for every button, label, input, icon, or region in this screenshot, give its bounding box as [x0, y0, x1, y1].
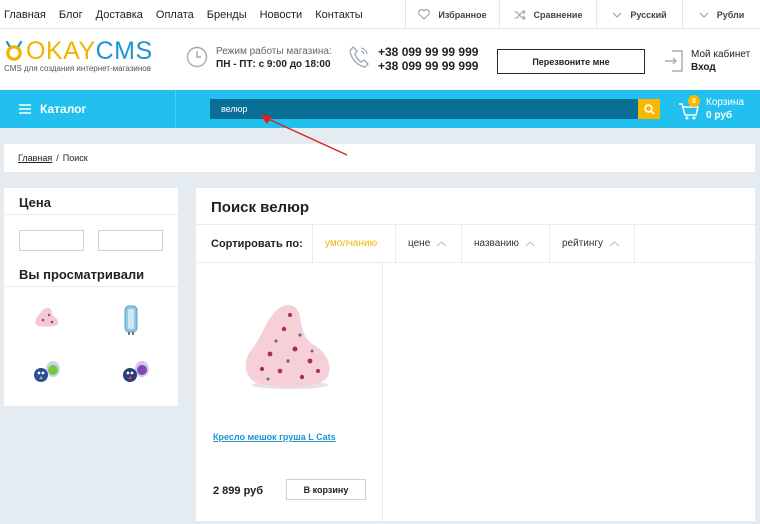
- add-to-cart-button[interactable]: В корзину: [286, 479, 366, 500]
- chevron-up-icon: [436, 240, 447, 246]
- cart-label: Корзина: [706, 97, 745, 108]
- divider: [4, 286, 178, 287]
- callback-button[interactable]: Перезвоните мне: [497, 49, 645, 74]
- cart-sum: 0 руб: [706, 110, 733, 121]
- top-nav: Главная Блог Доставка Оплата Бренды Ново…: [0, 0, 376, 29]
- sidebar: Цена Вы просматривали: [4, 188, 178, 406]
- logo[interactable]: OKAYCMS CMS для создания интернет-магази…: [4, 37, 153, 73]
- bean-bag-image: [245, 304, 330, 389]
- nav-link-payment[interactable]: Оплата: [156, 9, 194, 21]
- favorites-link[interactable]: Избранное: [405, 0, 499, 29]
- phone-icon: [349, 45, 369, 68]
- viewed-product-thumb[interactable]: [31, 359, 65, 388]
- divider: [4, 214, 178, 215]
- product-card: Кресло мешок груша L Cats 2 899 руб В ко…: [196, 263, 383, 521]
- breadcrumb-home[interactable]: Главная: [18, 153, 52, 163]
- hours-label: Режим работы магазина:: [216, 46, 332, 57]
- catalog-label: Каталог: [40, 102, 87, 116]
- page-title: Поиск велюр: [211, 199, 310, 216]
- water-heater-image: [124, 305, 138, 335]
- breadcrumb-separator: /: [56, 153, 59, 163]
- chevron-up-icon: [609, 240, 620, 246]
- nav-link-blog[interactable]: Блог: [59, 9, 83, 21]
- login-icon: [665, 50, 683, 72]
- top-right-controls: Избранное Сравнение Русский Рубли: [405, 0, 760, 29]
- sort-bar: Сортировать по: умолчанию цене названию …: [196, 224, 755, 263]
- nav-link-brands[interactable]: Бренды: [207, 9, 247, 21]
- price-min-input[interactable]: [19, 230, 84, 251]
- search-input[interactable]: [210, 99, 638, 119]
- menu-icon: [19, 104, 31, 114]
- sort-option-rating[interactable]: рейтингу: [550, 225, 635, 262]
- working-hours: Режим работы магазина: ПН - ПТ: с 9:00 д…: [186, 46, 332, 70]
- header: OKAYCMS CMS для создания интернет-магази…: [0, 29, 760, 90]
- account-label: Мой кабинет: [691, 49, 751, 60]
- logo-subtitle: CMS для создания интернет-магазинов: [4, 64, 151, 73]
- phone-number[interactable]: +38 099 99 99 999: [378, 45, 478, 59]
- compare-label: Сравнение: [533, 9, 583, 20]
- chevron-down-icon: [612, 12, 622, 18]
- language-label: Русский: [630, 9, 667, 20]
- favorites-label: Избранное: [438, 9, 487, 20]
- price-max-input[interactable]: [98, 230, 163, 251]
- breadcrumb: Главная / Поиск: [4, 144, 755, 172]
- product-name-link[interactable]: Кресло мешок груша L Cats: [213, 432, 336, 442]
- product-price: 2 899 руб: [213, 485, 264, 497]
- shuffle-icon: [514, 9, 526, 20]
- account-link[interactable]: Мой кабинет Вход: [664, 48, 750, 74]
- viewed-title: Вы просматривали: [19, 267, 145, 282]
- sort-option-name[interactable]: названию: [462, 225, 550, 262]
- nav-link-home[interactable]: Главная: [4, 9, 46, 21]
- cart-link[interactable]: 0 Корзина 0 руб: [678, 95, 745, 122]
- heart-icon: [418, 9, 431, 20]
- currency-label: Рубли: [716, 9, 745, 20]
- clock-icon: [186, 46, 208, 68]
- viewed-product-thumb[interactable]: [33, 306, 61, 331]
- cart-count-badge: 0: [688, 95, 700, 107]
- product-image[interactable]: [240, 299, 336, 394]
- currency-select[interactable]: Рубли: [682, 0, 760, 29]
- sort-option-default[interactable]: умолчанию: [313, 225, 396, 262]
- hours-value: ПН - ПТ: с 9:00 до 18:00: [216, 59, 331, 70]
- language-select[interactable]: Русский: [596, 0, 682, 29]
- phone-number[interactable]: +38 099 99 99 999: [378, 59, 478, 73]
- viewed-product-thumb[interactable]: [120, 359, 154, 388]
- bean-bag-image: [35, 308, 59, 327]
- compare-link[interactable]: Сравнение: [499, 0, 596, 29]
- price-filter-title: Цена: [19, 195, 51, 210]
- chevron-down-icon: [699, 12, 709, 18]
- toys-image: [34, 361, 60, 382]
- phones: +38 099 99 99 999 +38 099 99 99 999: [348, 45, 478, 73]
- search-results-panel: Поиск велюр Сортировать по: умолчанию це…: [196, 188, 755, 521]
- search-button[interactable]: [638, 99, 660, 119]
- search-icon: [643, 103, 655, 115]
- nav-link-delivery[interactable]: Доставка: [96, 9, 143, 21]
- logo-cat-icon: [5, 40, 23, 61]
- sort-label: Сортировать по:: [196, 225, 313, 262]
- catalog-button[interactable]: Каталог: [0, 90, 176, 128]
- logo-word: OKAYCMS: [4, 37, 153, 65]
- chevron-up-icon: [525, 240, 535, 246]
- sort-option-price[interactable]: цене: [396, 225, 462, 262]
- toys-image: [123, 361, 149, 382]
- account-login: Вход: [691, 62, 716, 73]
- top-bar: Главная Блог Доставка Оплата Бренды Ново…: [0, 0, 760, 29]
- breadcrumb-current: Поиск: [62, 153, 88, 163]
- viewed-product-thumb[interactable]: [122, 305, 140, 338]
- nav-bar: Каталог 0 Корзина 0 руб: [0, 90, 760, 128]
- nav-link-contacts[interactable]: Контакты: [315, 9, 363, 21]
- nav-link-news[interactable]: Новости: [260, 9, 303, 21]
